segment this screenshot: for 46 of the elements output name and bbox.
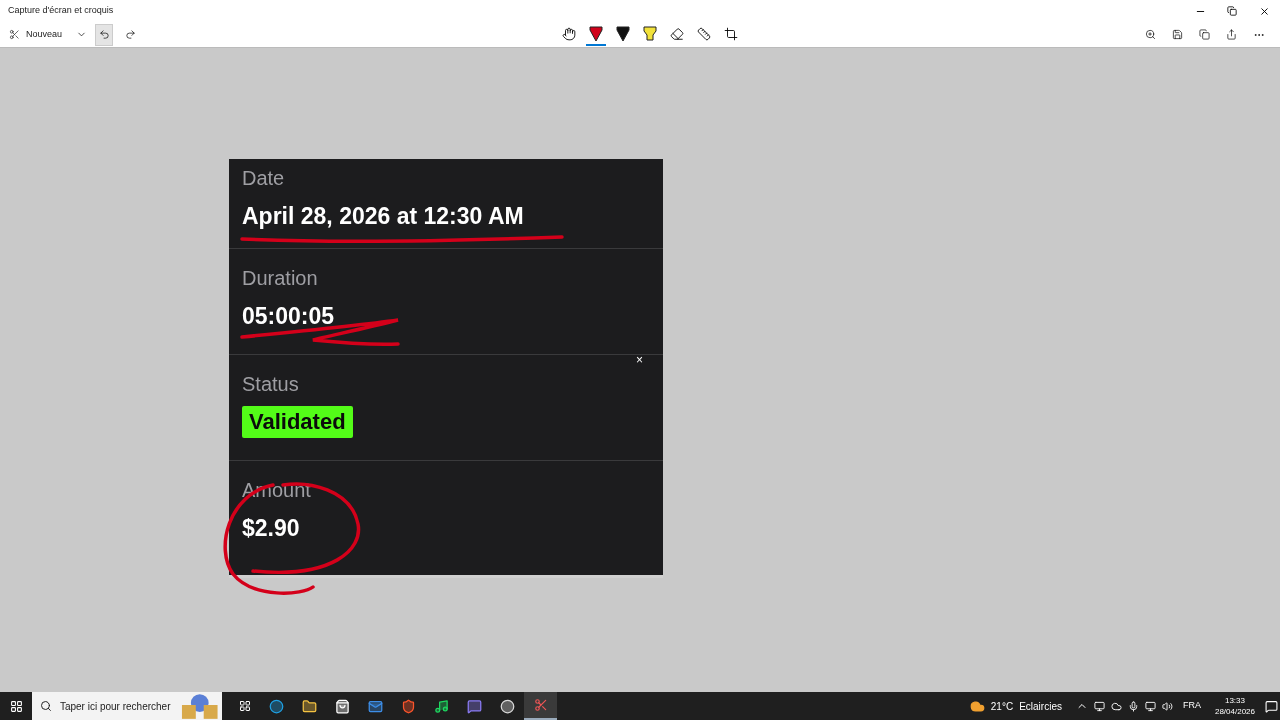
folder-icon bbox=[302, 698, 317, 714]
search-icon bbox=[40, 700, 52, 712]
music-icon bbox=[434, 698, 449, 714]
field-value: April 28, 2026 at 12:30 AM bbox=[242, 202, 525, 231]
field-label: Duration bbox=[242, 266, 318, 290]
new-snip-icon bbox=[9, 29, 20, 40]
snip-icon bbox=[533, 698, 548, 712]
mail-icon bbox=[368, 698, 383, 714]
close-icon bbox=[1258, 5, 1270, 17]
microphone-icon bbox=[1127, 700, 1139, 712]
field-value: $2.90 bbox=[242, 514, 301, 543]
store-icon bbox=[335, 698, 350, 714]
volume-icon bbox=[1161, 700, 1173, 712]
field-label: Status bbox=[242, 372, 299, 396]
weather-condition: Eclaircies bbox=[1019, 699, 1062, 714]
task-view-icon bbox=[239, 700, 251, 712]
notification-icon bbox=[1265, 699, 1278, 713]
status-badge: Validated bbox=[242, 406, 353, 438]
eraser-icon bbox=[670, 26, 685, 41]
temperature: 21°C bbox=[990, 699, 1014, 714]
ruler-icon bbox=[697, 26, 712, 41]
clock-time[interactable]: 13:33 bbox=[1224, 695, 1245, 706]
undo-button[interactable] bbox=[95, 23, 114, 46]
save-icon bbox=[1172, 29, 1183, 40]
redo-icon bbox=[124, 29, 136, 40]
restore-icon bbox=[1227, 6, 1237, 16]
zoom-icon bbox=[1145, 29, 1156, 40]
close-mark: × bbox=[636, 354, 643, 366]
search-field[interactable]: Taper ici pour rechercher bbox=[32, 692, 222, 720]
clock-date[interactable]: 28/04/2026 bbox=[1214, 706, 1255, 717]
window-title: Capture d'écran et croquis bbox=[8, 4, 114, 18]
search-placeholder: Taper ici pour rechercher bbox=[59, 699, 171, 714]
chat-icon bbox=[467, 698, 482, 714]
new-button[interactable]: Nouveau bbox=[6, 23, 66, 46]
field-value: 05:00:05 bbox=[242, 302, 336, 331]
network-icon bbox=[1144, 700, 1156, 712]
shield-icon bbox=[401, 698, 416, 714]
field-label: Date bbox=[242, 166, 285, 190]
weather-icon bbox=[969, 698, 985, 714]
windows-icon bbox=[9, 699, 23, 713]
crop-icon bbox=[724, 26, 739, 41]
touch-writing-icon bbox=[562, 26, 577, 41]
copy-icon bbox=[1199, 29, 1210, 40]
share-icon bbox=[1226, 29, 1237, 40]
language-indicator[interactable]: FRA bbox=[1182, 699, 1201, 713]
undo-icon bbox=[98, 29, 110, 40]
